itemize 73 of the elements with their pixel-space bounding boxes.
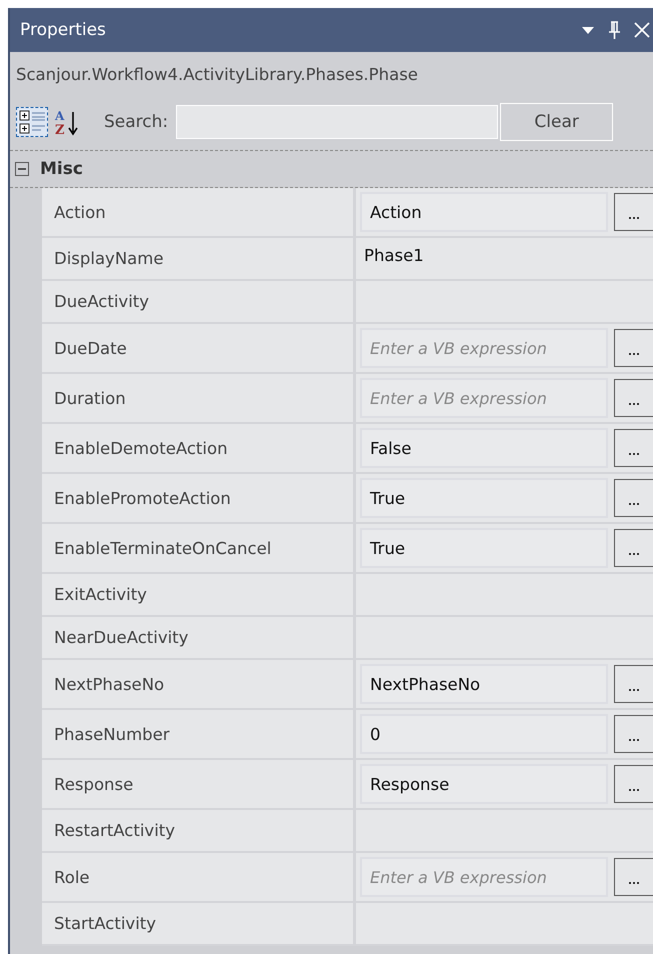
- ellipsis-button[interactable]: [614, 858, 653, 896]
- placeholder-text: Enter a VB expression: [370, 388, 547, 408]
- value-text: 0: [370, 724, 380, 744]
- category-name: Misc: [40, 159, 83, 179]
- value-cell[interactable]: True: [356, 474, 653, 524]
- value-text: True: [370, 538, 406, 558]
- ellipsis-button[interactable]: [614, 379, 653, 417]
- ellipsis-button[interactable]: [614, 479, 653, 517]
- window-title: Properties: [20, 20, 106, 40]
- property-name: NearDueActivity: [42, 617, 356, 660]
- ellipsis-icon[interactable]: [628, 452, 640, 456]
- property-name: DueDate: [42, 324, 356, 374]
- value-field[interactable]: Response: [360, 764, 608, 804]
- value-field[interactable]: Action: [360, 192, 608, 232]
- ellipsis-icon[interactable]: [628, 738, 640, 742]
- property-name: NextPhaseNo: [42, 660, 356, 710]
- value-cell[interactable]: Phase1: [356, 238, 653, 281]
- ellipsis-button[interactable]: [614, 765, 653, 803]
- value-cell[interactable]: False: [356, 424, 653, 474]
- ellipsis-button[interactable]: [614, 665, 653, 703]
- object-type-label: Scanjour.Workflow4.ActivityLibrary.Phases.Phase: [15, 64, 419, 86]
- value-text: Phase1: [363, 246, 424, 265]
- value-cell[interactable]: NextPhaseNo: [356, 660, 653, 710]
- ellipsis-icon[interactable]: [628, 216, 640, 220]
- property-name: Action: [42, 188, 356, 238]
- ellipsis-button[interactable]: [614, 429, 653, 467]
- property-name: Duration: [42, 374, 356, 424]
- property-name: StartActivity: [42, 903, 356, 946]
- value-text: True: [370, 488, 406, 508]
- close-icon[interactable]: [633, 21, 651, 39]
- value-cell[interactable]: Response: [356, 760, 653, 810]
- property-name: Response: [42, 760, 356, 810]
- property-name: EnableTerminateOnCancel: [42, 524, 356, 574]
- value-cell[interactable]: 0: [356, 710, 653, 760]
- value-cell[interactable]: Action: [356, 188, 653, 238]
- property-name: DueActivity: [42, 281, 356, 324]
- ellipsis-button[interactable]: [614, 329, 653, 367]
- ellipsis-icon[interactable]: [628, 402, 640, 406]
- search-field[interactable]: [176, 105, 498, 139]
- value-cell[interactable]: True: [356, 524, 653, 574]
- categorized-view-icon[interactable]: [16, 107, 48, 137]
- property-name: EnableDemoteAction: [42, 424, 356, 474]
- value-field[interactable]: True: [360, 478, 608, 518]
- property-name: DisplayName: [42, 238, 356, 281]
- value-field[interactable]: 0: [360, 714, 608, 754]
- ellipsis-button[interactable]: [614, 529, 653, 567]
- property-name: EnablePromoteAction: [42, 474, 356, 524]
- value-text: Action: [370, 202, 422, 222]
- dropdown-icon[interactable]: [581, 25, 595, 35]
- ellipsis-icon[interactable]: [628, 352, 640, 356]
- value-text: NextPhaseNo: [370, 674, 480, 694]
- property-name: ExitActivity: [42, 574, 356, 617]
- placeholder-text: Enter a VB expression: [370, 868, 547, 886]
- ellipsis-icon[interactable]: [628, 502, 640, 506]
- value-field[interactable]: True: [360, 528, 608, 568]
- ellipsis-button[interactable]: [614, 193, 653, 231]
- ellipsis-icon[interactable]: [628, 688, 640, 692]
- value-text: Response: [370, 774, 450, 794]
- ellipsis-button[interactable]: [614, 715, 653, 753]
- ellipsis-icon[interactable]: [628, 552, 640, 556]
- pin-icon[interactable]: [607, 20, 621, 40]
- property-name: Role: [42, 853, 356, 903]
- value-text: False: [370, 438, 412, 458]
- placeholder-text: Enter a VB expression: [370, 338, 547, 358]
- value-field[interactable]: False: [360, 428, 608, 468]
- clear-button[interactable]: Clear: [500, 103, 614, 141]
- value-field[interactable]: NextPhaseNo: [360, 664, 608, 704]
- ellipsis-icon[interactable]: [628, 881, 640, 885]
- ellipsis-icon[interactable]: [628, 788, 640, 792]
- property-name: RestartActivity: [42, 810, 356, 853]
- collapse-icon[interactable]: [14, 161, 30, 177]
- search-label: Search:: [104, 112, 168, 132]
- property-name: PhaseNumber: [42, 710, 356, 760]
